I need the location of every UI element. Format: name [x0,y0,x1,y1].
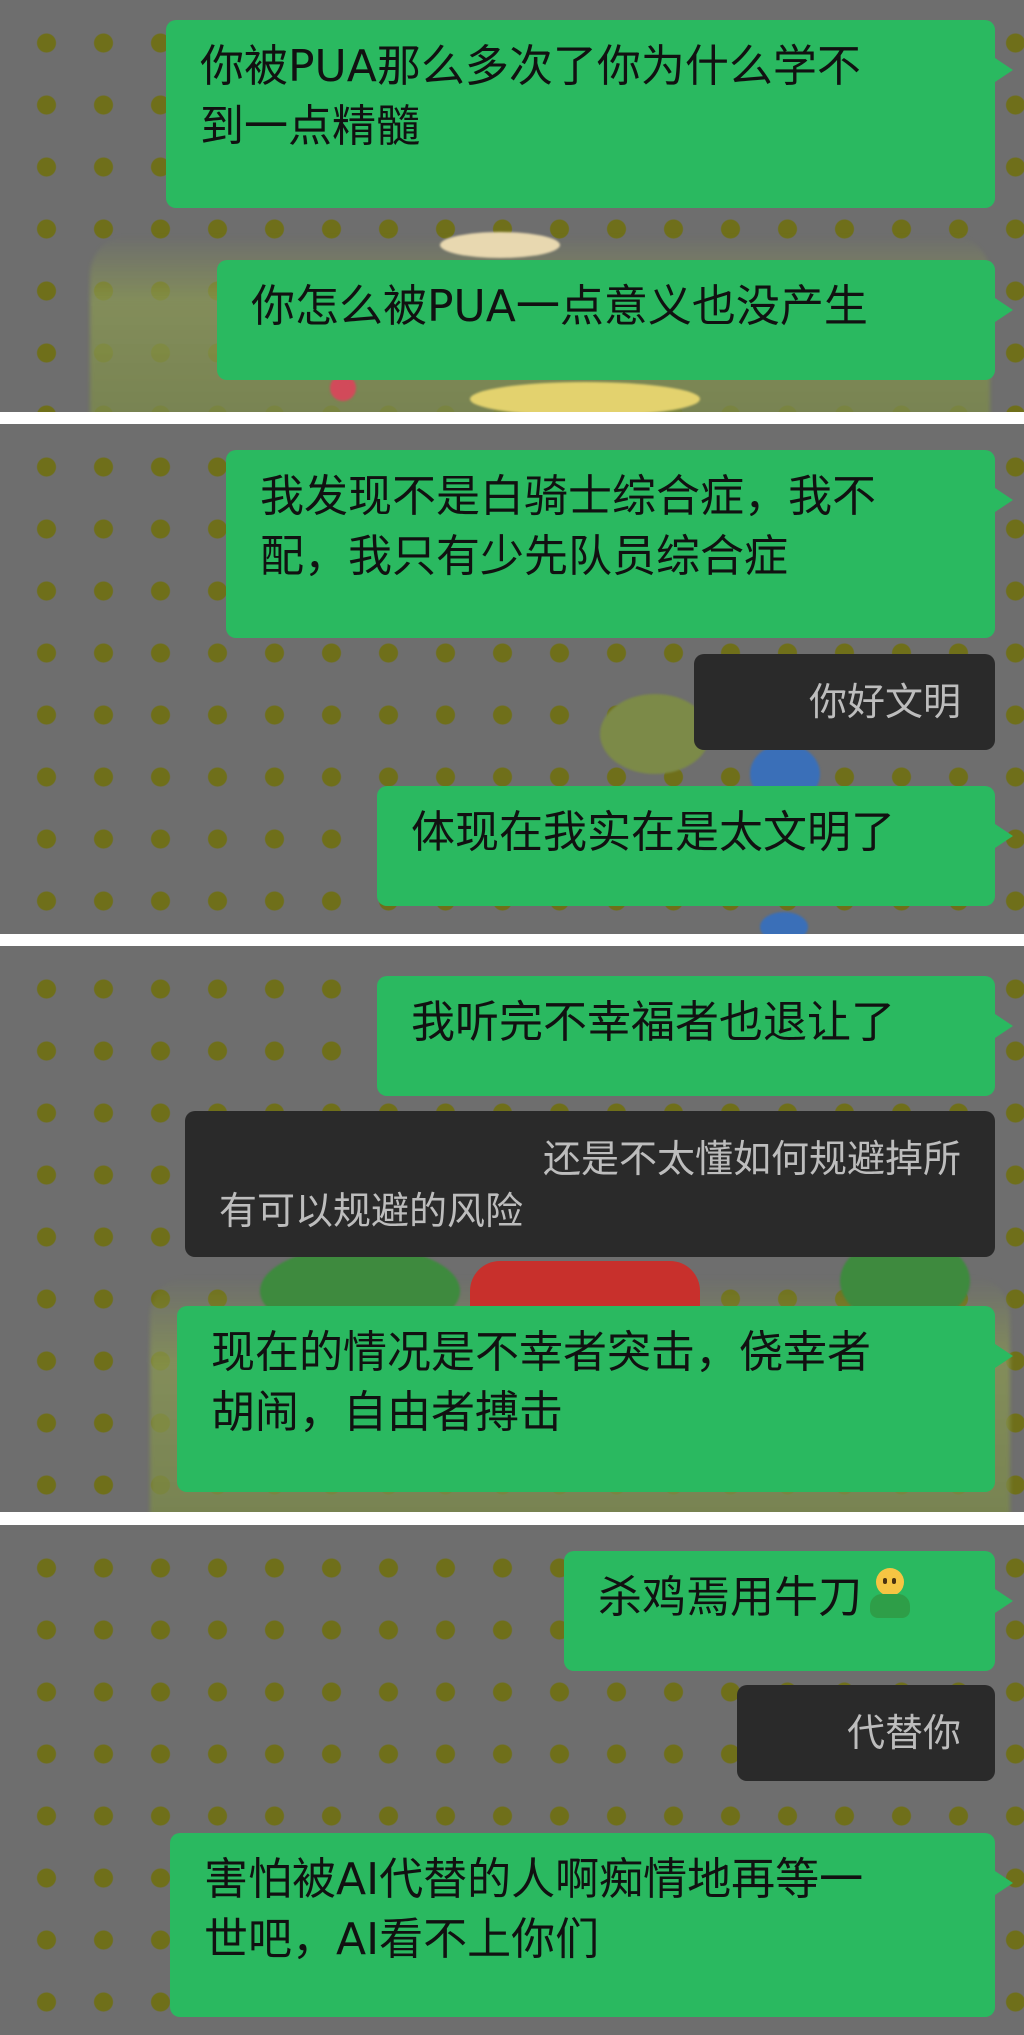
chat-panel-4: 杀鸡焉用牛刀 代替你 害怕被AI代替的人啊痴情地再等一 世吧，AI看不上你们 [0,1525,1024,2035]
chat-panel-1: 你被PUA那么多次了你为什么学不 到一点精髓 你怎么被PUA一点意义也没产生 [0,0,1024,412]
message-text: 现在的情况是不幸者突击，侥幸者 [211,1327,871,1378]
message-text: 害怕被AI代替的人啊痴情地再等一 [204,1854,864,1905]
message-text: 到一点精髓 [200,101,420,152]
message-text: 你被PUA那么多次了你为什么学不 [200,41,861,92]
message-text: 配，我只有少先队员综合症 [260,531,788,582]
message-bubble-outgoing[interactable]: 我发现不是白骑士综合症，我不 配，我只有少先队员综合症 [226,450,1013,638]
chat-panel-3: 我听完不幸福者也退让了 还是不太懂如何规避掉所 有可以规避的风险 现在的情况是不… [0,946,1024,1512]
message-bubble-outgoing[interactable]: 你被PUA那么多次了你为什么学不 到一点精髓 [166,20,1013,208]
message-text: 你好文明 [808,680,961,724]
background-balloon [760,912,808,934]
message-text: 代替你 [846,1711,961,1755]
message-text: 体现在我实在是太文明了 [411,807,895,858]
message-text: 世吧，AI看不上你们 [204,1914,600,1965]
chat-panel-2: 我发现不是白骑士综合症，我不 配，我只有少先队员综合症 你好文明 体现在我实在是… [0,424,1024,934]
message-bubble-outgoing[interactable]: 杀鸡焉用牛刀 [564,1551,1013,1671]
message-text: 我发现不是白骑士综合症，我不 [260,471,876,522]
message-text: 有可以规避的风险 [219,1189,524,1233]
message-bubble-outgoing[interactable]: 我听完不幸福者也退让了 [377,976,1013,1096]
message-bubble-outgoing[interactable]: 现在的情况是不幸者突击，侥幸者 胡闹，自由者搏击 [177,1306,1013,1492]
message-bubble-incoming[interactable]: 代替你 [737,1685,995,1781]
message-bubble-outgoing[interactable]: 体现在我实在是太文明了 [377,786,1013,906]
background-flower [440,232,560,258]
message-text: 杀鸡焉用牛刀 [598,1572,862,1623]
message-text: 胡闹，自由者搏击 [211,1387,563,1438]
message-text: 还是不太懂如何规避掉所 [542,1137,961,1181]
message-bubble-outgoing[interactable]: 你怎么被PUA一点意义也没产生 [217,260,1013,380]
message-bubble-incoming[interactable]: 还是不太懂如何规避掉所 有可以规避的风险 [185,1111,995,1257]
message-bubble-outgoing[interactable]: 害怕被AI代替的人啊痴情地再等一 世吧，AI看不上你们 [170,1833,1013,2017]
message-text: 你怎么被PUA一点意义也没产生 [251,281,868,332]
person-shrugging-emoji [866,1568,912,1620]
message-bubble-incoming[interactable]: 你好文明 [694,654,995,750]
message-text: 我听完不幸福者也退让了 [411,997,895,1048]
background-flower [470,382,700,412]
